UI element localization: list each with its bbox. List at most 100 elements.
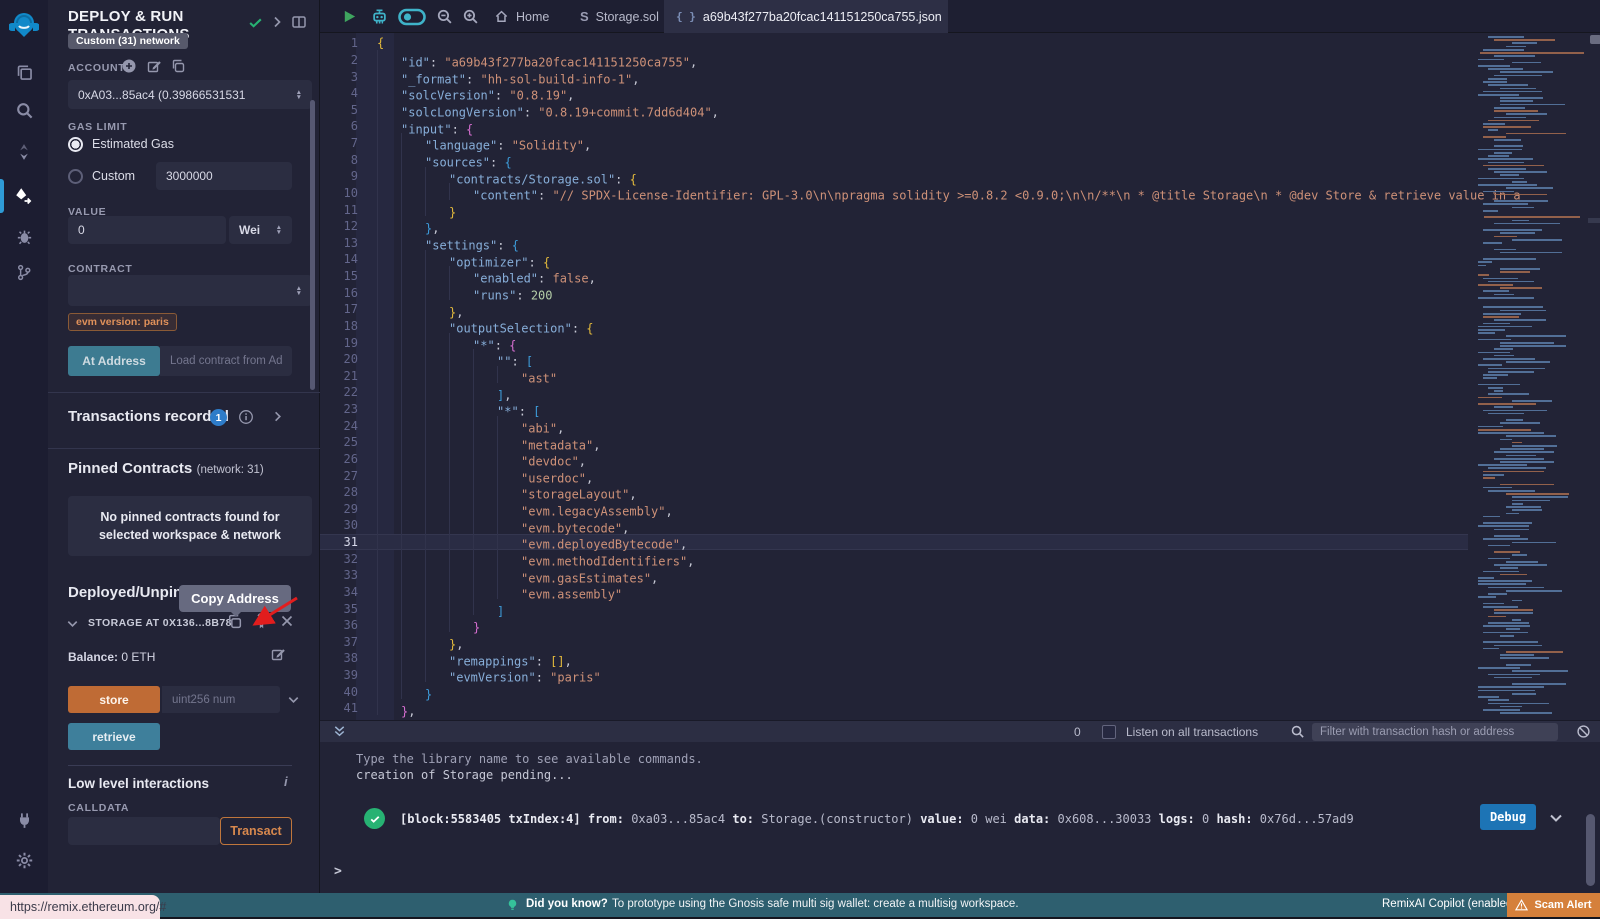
- code-line[interactable]: 25"metadata",: [320, 434, 1468, 451]
- clear-console-button[interactable]: [1576, 724, 1591, 739]
- low-level-info-icon[interactable]: i: [284, 774, 288, 789]
- editor-scrollbar-thumb[interactable]: [1590, 35, 1600, 44]
- estimated-gas-radio[interactable]: [68, 137, 83, 152]
- tab-home[interactable]: Home: [480, 0, 563, 33]
- code-line[interactable]: 28"storageLayout",: [320, 484, 1468, 501]
- code-line[interactable]: 15"enabled": false,: [320, 268, 1468, 285]
- code-line[interactable]: 10"content": "// SPDX-License-Identifier…: [320, 185, 1468, 202]
- store-button[interactable]: store: [68, 686, 160, 713]
- minimap[interactable]: [1476, 33, 1588, 718]
- code-line[interactable]: 41},: [320, 700, 1468, 717]
- code-line[interactable]: 35]: [320, 600, 1468, 617]
- code-editor[interactable]: 1{2"id": "a69b43f277ba20fcac141151250ca7…: [320, 33, 1600, 720]
- at-address-button[interactable]: At Address: [68, 346, 160, 376]
- code-line[interactable]: 4"solcVersion": "0.8.19",: [320, 85, 1468, 102]
- code-line[interactable]: 36}: [320, 617, 1468, 634]
- scam-alert-button[interactable]: Scam Alert: [1507, 893, 1600, 917]
- code-line[interactable]: 14"optimizer": {: [320, 251, 1468, 268]
- code-line[interactable]: 27"userdoc",: [320, 467, 1468, 484]
- code-line[interactable]: 7"language": "Solidity",: [320, 135, 1468, 152]
- sidebar-item-plugin-manager[interactable]: [0, 800, 48, 840]
- sidebar-item-debugger[interactable]: [0, 216, 48, 256]
- sidebar-item-settings[interactable]: [0, 840, 48, 880]
- copilot-status[interactable]: RemixAI Copilot (enabled): [1382, 898, 1516, 910]
- transact-button[interactable]: Transact: [220, 817, 292, 845]
- expand-args-icon[interactable]: [286, 692, 301, 707]
- sidebar-item-solidity-compiler[interactable]: [0, 132, 48, 172]
- tab-build-info-json[interactable]: { } a69b43f277ba20fcac141151250ca755.jso…: [664, 0, 948, 33]
- code-line[interactable]: 9"contracts/Storage.sol": {: [320, 168, 1468, 185]
- expand-transactions-icon[interactable]: [270, 409, 285, 424]
- filter-input[interactable]: Filter with transaction hash or address: [1312, 723, 1558, 741]
- code-line[interactable]: 40}: [320, 683, 1468, 700]
- code-line[interactable]: 32"evm.methodIdentifiers",: [320, 550, 1468, 567]
- code-line[interactable]: 3"_format": "hh-sol-build-info-1",: [320, 68, 1468, 85]
- code-line[interactable]: 5"solcLongVersion": "0.8.19+commit.7dd6d…: [320, 102, 1468, 119]
- retrieve-button[interactable]: retrieve: [68, 723, 160, 750]
- copy-account-icon[interactable]: [170, 58, 186, 74]
- code-line[interactable]: 34"evm.assembly": [320, 584, 1468, 601]
- value-unit-select[interactable]: Wei ▲▼: [229, 216, 292, 244]
- terminal[interactable]: Type the library name to see available c…: [320, 742, 1600, 893]
- code-line[interactable]: 23"*": [: [320, 401, 1468, 418]
- code-line[interactable]: 21"ast": [320, 368, 1468, 385]
- chevron-right-icon[interactable]: [269, 14, 285, 30]
- listen-checkbox[interactable]: [1102, 725, 1116, 739]
- code-line[interactable]: 2"id": "a69b43f277ba20fcac141151250ca755…: [320, 52, 1468, 69]
- debug-button[interactable]: Debug: [1480, 804, 1536, 830]
- sidebar-item-file-explorer[interactable]: [0, 52, 48, 92]
- code-line[interactable]: 19"*": {: [320, 334, 1468, 351]
- tab-storage-sol[interactable]: S Storage.sol: [566, 0, 673, 33]
- code-line[interactable]: 31"evm.deployedBytecode",: [320, 534, 1468, 551]
- pin-panel-icon[interactable]: [291, 14, 307, 30]
- chevron-down-icon[interactable]: [65, 616, 80, 631]
- info-icon[interactable]: [238, 409, 254, 425]
- expand-tx-icon[interactable]: [1548, 810, 1564, 826]
- contract-select[interactable]: ▲▼: [68, 275, 312, 306]
- code-line[interactable]: 39"evmVersion": "paris": [320, 667, 1468, 684]
- code-line[interactable]: 17},: [320, 301, 1468, 318]
- run-script-button[interactable]: [342, 9, 357, 24]
- store-arg-input[interactable]: uint256 num: [162, 686, 280, 713]
- code-line[interactable]: 30"evm.bytecode",: [320, 517, 1468, 534]
- ai-assistant-button[interactable]: [370, 7, 389, 26]
- code-line[interactable]: 16"runs": 200: [320, 284, 1468, 301]
- code-line[interactable]: 29"evm.legacyAssembly",: [320, 501, 1468, 518]
- code-line[interactable]: 22],: [320, 384, 1468, 401]
- code-line[interactable]: 1{: [320, 35, 1468, 52]
- add-account-icon[interactable]: [121, 58, 137, 74]
- remix-logo[interactable]: [0, 6, 48, 44]
- code-line[interactable]: 8"sources": {: [320, 151, 1468, 168]
- terminal-prompt[interactable]: >: [334, 864, 342, 879]
- code-line[interactable]: 12},: [320, 218, 1468, 235]
- zoom-out-button[interactable]: [436, 8, 453, 25]
- code-line[interactable]: 13"settings": {: [320, 235, 1468, 252]
- code-line[interactable]: 11}: [320, 201, 1468, 218]
- zoom-in-button[interactable]: [462, 8, 479, 25]
- code-line[interactable]: 37},: [320, 634, 1468, 651]
- code-line[interactable]: 26"devdoc",: [320, 451, 1468, 468]
- panel-scrollbar[interactable]: [310, 100, 315, 390]
- edit-balance-icon[interactable]: [270, 646, 286, 662]
- code-line[interactable]: 24"abi",: [320, 417, 1468, 434]
- sidebar-item-git[interactable]: [0, 252, 48, 292]
- terminal-scrollbar-thumb[interactable]: [1586, 814, 1595, 886]
- code-line[interactable]: 38"remappings": [],: [320, 650, 1468, 667]
- edit-account-icon[interactable]: [146, 58, 162, 74]
- code-line[interactable]: 18"outputSelection": {: [320, 318, 1468, 335]
- code-line[interactable]: 20"": [: [320, 351, 1468, 368]
- copilot-toggle[interactable]: [398, 8, 426, 26]
- terminal-tx-text[interactable]: [block:5583405 txIndex:4] from: 0xa03...…: [400, 812, 1440, 826]
- custom-gas-radio[interactable]: [68, 169, 83, 184]
- account-select[interactable]: 0xA03...85ac4 (0.39866531531 ▲▼: [68, 80, 312, 109]
- at-address-input[interactable]: Load contract from Addre: [160, 346, 292, 376]
- code-line[interactable]: 33"evm.gasEstimates",: [320, 567, 1468, 584]
- custom-gas-input[interactable]: 3000000: [156, 162, 292, 190]
- sidebar-item-search[interactable]: [0, 90, 48, 130]
- calldata-input[interactable]: [68, 817, 220, 845]
- code-line[interactable]: 6"input": {: [320, 118, 1468, 135]
- code-lines[interactable]: 1{2"id": "a69b43f277ba20fcac141151250ca7…: [320, 35, 1468, 717]
- collapse-terminal-button[interactable]: [332, 724, 347, 739]
- sidebar-item-deploy-run[interactable]: [0, 176, 48, 216]
- value-input[interactable]: 0: [68, 216, 226, 244]
